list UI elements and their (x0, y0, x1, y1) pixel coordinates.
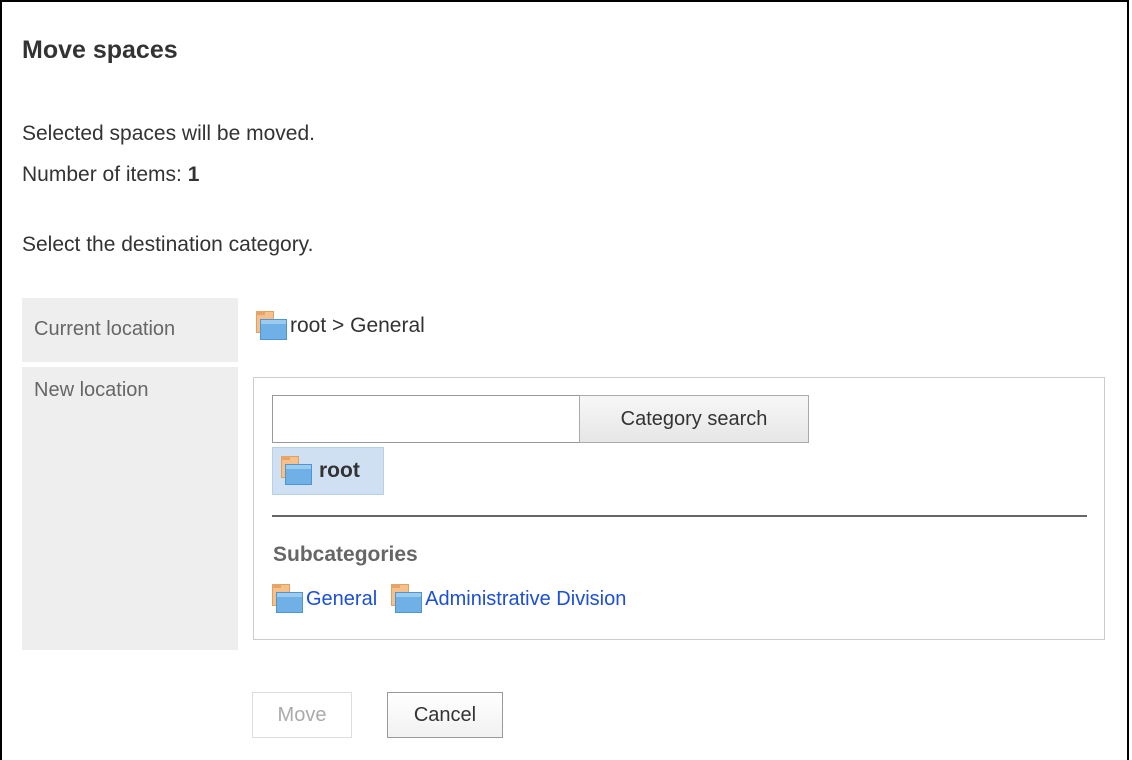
subcategory-link-administrative-division[interactable]: Administrative Division (391, 584, 626, 614)
current-location-path: root > General (290, 314, 425, 337)
category-node-root[interactable]: root (272, 447, 384, 495)
page-title: Move spaces (22, 36, 178, 64)
subcategory-label: General (306, 587, 378, 610)
description-text: Selected spaces will be moved. (22, 122, 315, 145)
folder-icon (391, 584, 423, 614)
folder-icon (281, 456, 313, 486)
folder-icon (256, 311, 288, 341)
current-location-label: Current location (22, 298, 238, 362)
new-location-label: New location (22, 367, 238, 650)
item-count-label: Number of items: (22, 163, 188, 186)
move-button[interactable]: Move (252, 692, 352, 738)
current-location-value: root > General (256, 311, 425, 341)
cancel-button[interactable]: Cancel (387, 692, 503, 738)
folder-icon (272, 584, 304, 614)
item-count-line: Number of items: 1 (22, 163, 199, 187)
category-search-input[interactable] (272, 395, 580, 443)
item-count-value: 1 (187, 163, 200, 186)
category-search-button[interactable]: Category search (579, 395, 809, 443)
dialog-frame: Move spaces Selected spaces will be move… (0, 0, 1129, 760)
instruction-text: Select the destination category. (22, 233, 314, 256)
subcategories-heading: Subcategories (273, 543, 418, 566)
subcategory-link-general[interactable]: General (272, 584, 377, 614)
subcategory-label: Administrative Division (425, 587, 627, 610)
subcategory-list: General Administrative Division (272, 584, 640, 614)
category-picker: Category search root Subcategories Gener… (253, 377, 1105, 640)
divider (272, 515, 1087, 517)
category-node-label: root (319, 459, 360, 482)
